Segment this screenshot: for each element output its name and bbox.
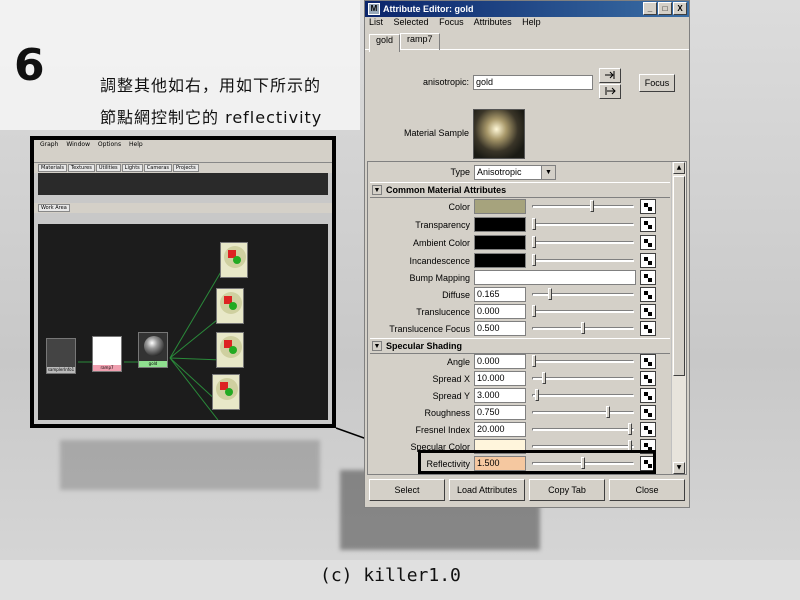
output-connections-button[interactable] xyxy=(599,84,621,99)
color-label: Color xyxy=(448,202,470,212)
spread-y-label: Spread Y xyxy=(432,391,470,401)
ae-menu-bar: List Selected Focus Attributes Help xyxy=(365,17,689,31)
common-attributes-section[interactable]: ▼ Common Material Attributes xyxy=(370,182,670,198)
reflectivity-highlight-box xyxy=(418,450,656,474)
bump-mapping-field[interactable] xyxy=(474,270,636,285)
bump-mapping-label: Bump Mapping xyxy=(409,273,470,283)
menu-help[interactable]: Help xyxy=(522,17,541,27)
collapse-triangle-icon: ▼ xyxy=(372,341,382,351)
translucence-label: Translucence xyxy=(416,307,470,317)
material-sample-swatch[interactable] xyxy=(473,109,525,159)
translucence-field[interactable]: 0.000 xyxy=(474,304,526,319)
attribute-editor-window: M Attribute Editor: gold _ □ X List Sele… xyxy=(364,0,690,508)
load-attributes-button[interactable]: Load Attributes xyxy=(449,479,525,501)
bump-mapping-map-button[interactable] xyxy=(640,270,656,285)
specular-section-title: Specular Shading xyxy=(386,341,463,351)
translucence-focus-field[interactable]: 0.500 xyxy=(474,321,526,336)
select-button[interactable]: Select xyxy=(369,479,445,501)
spread-x-field[interactable]: 10.000 xyxy=(474,371,526,386)
fresnel-index-field[interactable]: 20.000 xyxy=(474,422,526,437)
scrollbar-thumb[interactable] xyxy=(673,176,685,376)
diffuse-field[interactable]: 0.165 xyxy=(474,287,526,302)
diffuse-map-button[interactable] xyxy=(640,287,656,302)
copy-tab-button[interactable]: Copy Tab xyxy=(529,479,605,501)
fresnel-index-label: Fresnel Index xyxy=(415,425,470,435)
attribute-scroll-area[interactable]: Type Anisotropic ▼ ▼ Common Material Attr… xyxy=(367,161,687,475)
ae-title: Attribute Editor: gold xyxy=(383,4,474,14)
ambient-color-map-button[interactable] xyxy=(640,235,656,250)
translucence-focus-label: Translucence Focus xyxy=(389,324,470,334)
roughness-label: Roughness xyxy=(424,408,470,418)
spread-x-label: Spread X xyxy=(432,374,470,384)
angle-map-button[interactable] xyxy=(640,354,656,369)
chevron-down-icon: ▼ xyxy=(541,166,555,179)
scroll-down-icon[interactable]: ▼ xyxy=(673,462,685,474)
arrow-in-icon xyxy=(605,71,615,79)
common-section-title: Common Material Attributes xyxy=(386,185,507,195)
transparency-map-button[interactable] xyxy=(640,217,656,232)
copyright-footer: (c) killer1.0 xyxy=(320,565,461,586)
angle-field[interactable]: 0.000 xyxy=(474,354,526,369)
roughness-field[interactable]: 0.750 xyxy=(474,405,526,420)
menu-list[interactable]: List xyxy=(369,17,383,27)
diffuse-label: Diffuse xyxy=(442,290,470,300)
tab-gold[interactable]: gold xyxy=(369,34,401,52)
angle-label: Angle xyxy=(446,357,470,367)
ae-title-bar[interactable]: M Attribute Editor: gold _ □ X xyxy=(365,1,689,17)
ambient-color-label: Ambient Color xyxy=(412,238,470,248)
color-swatch[interactable] xyxy=(474,199,526,214)
translucence-slider[interactable] xyxy=(532,304,634,319)
type-dropdown[interactable]: Anisotropic ▼ xyxy=(474,165,556,180)
incandescence-map-button[interactable] xyxy=(640,253,656,268)
maya-icon: M xyxy=(368,3,380,15)
translucence-focus-slider[interactable] xyxy=(532,321,634,336)
type-value: Anisotropic xyxy=(477,167,522,177)
transparency-swatch[interactable] xyxy=(474,217,526,232)
collapse-triangle-icon: ▼ xyxy=(372,185,382,195)
node-name-label: anisotropic: xyxy=(422,77,469,87)
incandescence-slider[interactable] xyxy=(532,253,634,268)
vertical-scrollbar[interactable]: ▲ ▼ xyxy=(671,162,686,474)
ambient-color-slider[interactable] xyxy=(532,235,634,250)
ambient-color-swatch[interactable] xyxy=(474,235,526,250)
incandescence-label: Incandescence xyxy=(409,256,470,266)
color-map-button[interactable] xyxy=(640,199,656,214)
specular-shading-section[interactable]: ▼ Specular Shading xyxy=(370,338,670,354)
focus-button[interactable]: Focus xyxy=(639,74,675,92)
maximize-button[interactable]: □ xyxy=(658,2,672,15)
roughness-slider[interactable] xyxy=(532,405,634,420)
spread-x-slider[interactable] xyxy=(532,371,634,386)
menu-selected[interactable]: Selected xyxy=(394,17,429,27)
material-sample-label: Material Sample xyxy=(403,128,469,138)
spread-y-slider[interactable] xyxy=(532,388,634,403)
ae-tab-bar: gold ramp7 xyxy=(365,31,689,52)
diffuse-slider[interactable] xyxy=(532,287,634,302)
spread-y-map-button[interactable] xyxy=(640,388,656,403)
fresnel-index-map-button[interactable] xyxy=(640,422,656,437)
transparency-slider[interactable] xyxy=(532,217,634,232)
transparency-label: Transparency xyxy=(415,220,470,230)
color-slider[interactable] xyxy=(532,199,634,214)
fresnel-index-slider[interactable] xyxy=(532,422,634,437)
angle-slider[interactable] xyxy=(532,354,634,369)
close-window-button[interactable]: X xyxy=(673,2,687,15)
minimize-button[interactable]: _ xyxy=(643,2,657,15)
incandescence-swatch[interactable] xyxy=(474,253,526,268)
roughness-map-button[interactable] xyxy=(640,405,656,420)
type-label: Type xyxy=(450,167,470,177)
menu-focus[interactable]: Focus xyxy=(439,17,464,27)
scroll-up-icon[interactable]: ▲ xyxy=(673,162,685,174)
bottom-button-bar: Select Load Attributes Copy Tab Close xyxy=(367,477,687,505)
menu-attributes[interactable]: Attributes xyxy=(474,17,512,27)
spread-y-field[interactable]: 3.000 xyxy=(474,388,526,403)
tab-ramp7[interactable]: ramp7 xyxy=(400,33,440,50)
arrow-out-icon xyxy=(605,87,616,95)
close-button[interactable]: Close xyxy=(609,479,685,501)
node-name-field[interactable]: gold xyxy=(473,75,593,90)
translucence-focus-map-button[interactable] xyxy=(640,321,656,336)
input-connections-button[interactable] xyxy=(599,68,621,83)
spread-x-map-button[interactable] xyxy=(640,371,656,386)
translucence-map-button[interactable] xyxy=(640,304,656,319)
